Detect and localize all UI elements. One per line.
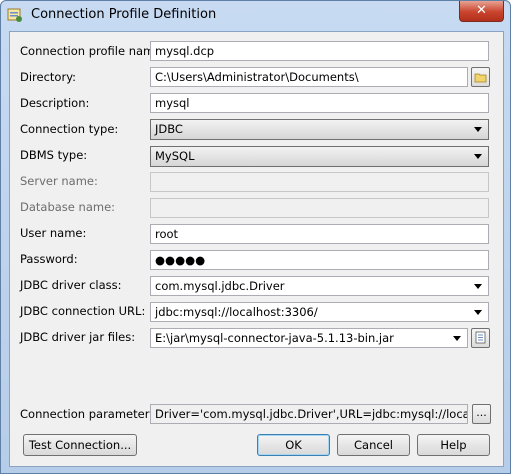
document-icon — [475, 331, 486, 344]
connection-type-select[interactable]: JDBC — [150, 119, 489, 140]
jdbc-driver-class-combo[interactable]: com.mysql.jdbc.Driver — [150, 276, 489, 296]
jdbc-connection-url-combo[interactable]: jdbc:mysql://localhost:3306/ — [150, 302, 489, 322]
dbms-type-value: MySQL — [155, 149, 195, 163]
dbms-type-select[interactable]: MySQL — [150, 146, 489, 167]
directory-input[interactable]: C:\Users\Administrator\Documents\ — [150, 67, 468, 87]
jdbc-driver-class-value: com.mysql.jdbc.Driver — [155, 279, 285, 293]
database-name-input — [150, 198, 489, 218]
cancel-button[interactable]: Cancel — [337, 434, 410, 456]
database-icon — [7, 8, 22, 22]
connection-type-label: Connection type: — [20, 122, 119, 136]
chevron-down-icon — [474, 127, 482, 132]
profile-name-input[interactable]: mysql.dcp — [150, 41, 489, 61]
jdbc-driver-jar-files-value: E:\jar\mysql-connector-java-5.1.13-bin.j… — [155, 331, 394, 345]
test-connection-button[interactable]: Test Connection... — [23, 434, 137, 456]
connection-parameters-label: Connection parameters: — [20, 407, 160, 421]
chevron-down-icon — [453, 336, 461, 341]
title-bar[interactable]: Connection Profile Definition ✕ — [1, 1, 510, 31]
jdbc-driver-jar-files-combo[interactable]: E:\jar\mysql-connector-java-5.1.13-bin.j… — [150, 328, 468, 348]
password-input[interactable]: ●●●●● — [150, 250, 489, 270]
jdbc-connection-url-value: jdbc:mysql://localhost:3306/ — [155, 305, 318, 319]
browse-jar-files-button[interactable] — [471, 328, 490, 348]
dialog-window: Connection Profile Definition ✕ Connecti… — [0, 0, 511, 474]
description-input[interactable]: mysql — [150, 93, 489, 113]
edit-parameters-button[interactable]: ... — [472, 404, 491, 424]
connection-type-value: JDBC — [155, 122, 183, 136]
jdbc-connection-url-label: JDBC connection URL: — [20, 304, 146, 318]
jdbc-driver-class-label: JDBC driver class: — [20, 278, 122, 292]
ok-button[interactable]: OK — [257, 434, 330, 456]
database-name-label: Database name: — [20, 200, 116, 214]
profile-name-label: Connection profile name: — [20, 44, 166, 58]
dialog-body: Connection profile name: mysql.dcp Direc… — [9, 31, 504, 467]
close-button[interactable]: ✕ — [459, 1, 504, 22]
dbms-type-label: DBMS type: — [20, 148, 88, 162]
user-name-input[interactable]: root — [150, 224, 489, 244]
help-button[interactable]: Help — [417, 434, 490, 456]
server-name-input — [150, 172, 489, 192]
user-name-label: User name: — [20, 226, 87, 240]
directory-label: Directory: — [20, 70, 77, 84]
connection-parameters-field: Driver='com.mysql.jdbc.Driver',URL=jdbc:… — [150, 404, 468, 424]
chevron-down-icon — [474, 310, 482, 315]
jdbc-driver-jar-files-label: JDBC driver jar files: — [20, 330, 136, 344]
browse-directory-button[interactable] — [471, 67, 490, 87]
chevron-down-icon — [474, 154, 482, 159]
folder-icon — [474, 73, 487, 83]
chevron-down-icon — [474, 284, 482, 289]
password-label: Password: — [20, 252, 78, 266]
server-name-label: Server name: — [20, 174, 98, 188]
window-title: Connection Profile Definition — [31, 7, 217, 22]
description-label: Description: — [20, 96, 90, 110]
